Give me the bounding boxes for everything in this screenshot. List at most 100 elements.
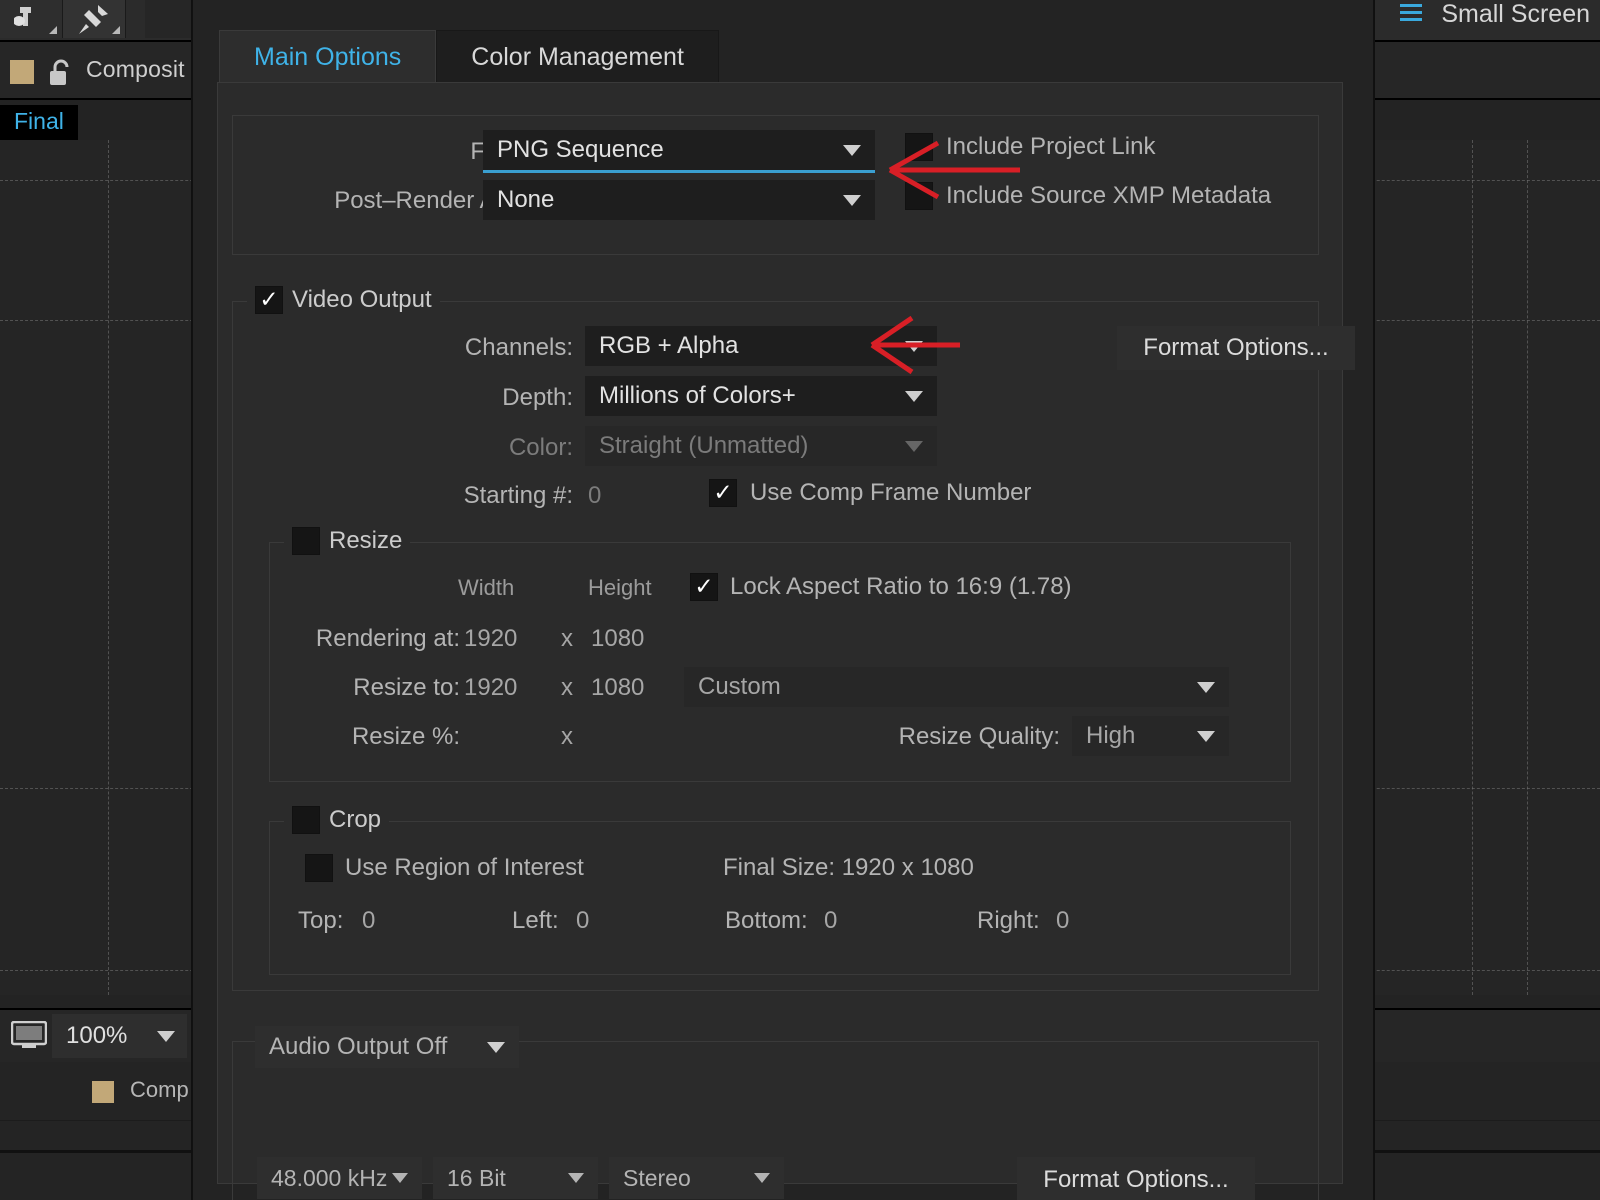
audio-format-options-button[interactable]: Format Options... [1017,1157,1255,1200]
tool-expand-corner [112,26,120,34]
color-value: Straight (Unmatted) [599,432,809,459]
crop-fieldset: Crop Use Region of Interest Final Size: … [269,806,1291,975]
video-output-legend-label: Video Output [292,286,432,313]
audio-sample-rate-value: 48.000 kHz [271,1164,388,1191]
composition-name: Composit [86,56,185,82]
use-comp-frame-number-label: Use Comp Frame Number [750,479,1032,506]
monitor-icon[interactable] [8,1018,50,1052]
chevron-down-icon [157,1031,175,1042]
resize-quality-label: Resize Quality: [898,723,1060,750]
check-icon: ✓ [713,478,733,505]
video-output-fieldset: ✓ Video Output Channels: RGB + Alpha For… [232,286,1355,991]
crop-top-value[interactable]: 0 [362,907,375,935]
color-label: Color: [508,434,573,461]
resize-percent-x-separator: x [561,723,573,750]
resize-preset-value: Custom [698,673,781,700]
resize-height-header: Height [588,575,652,600]
format-dropdown[interactable]: PNG Sequence [483,130,875,173]
crop-bottom-value[interactable]: 0 [824,907,837,935]
crop-bottom-label: Bottom: [725,907,808,934]
use-comp-frame-number-checkbox[interactable]: ✓ [709,479,737,507]
audio-output-value: Audio Output Off [269,1033,448,1060]
audio-format-options-label: Format Options... [1043,1166,1229,1193]
post-render-action-dropdown[interactable]: None [483,180,875,220]
resize-percent-label: Resize %: [351,723,460,750]
resize-to-width-value[interactable]: 1920 [464,674,517,702]
crop-right-label: Right: [977,907,1040,934]
project-item-name: Comp [130,1077,189,1102]
audio-channels-value: Stereo [623,1164,691,1191]
guide-vertical [1527,140,1528,995]
rendering-at-height-value: 1080 [591,625,645,652]
starting-number-label: Starting #: [463,482,573,509]
tab-main-options-label: Main Options [254,42,402,71]
tab-main-options[interactable]: Main Options [219,30,437,83]
tab-color-management[interactable]: Color Management [436,30,719,83]
rendering-at-x-separator: x [561,625,573,652]
chevron-down-icon [487,1042,505,1053]
video-output-checkbox[interactable]: ✓ [255,286,283,314]
resize-to-height-value[interactable]: 1080 [591,674,644,702]
crop-left-value[interactable]: 0 [576,907,589,935]
chevron-down-icon [392,1173,408,1183]
chevron-down-icon [843,195,861,206]
hamburger-menu-icon[interactable] [1400,4,1422,22]
chevron-down-icon [905,441,923,452]
include-project-link-checkbox[interactable] [905,133,933,161]
audio-channels-dropdown[interactable]: Stereo [609,1157,784,1199]
output-module-settings-dialog: Main Options Color Management Format: PN… [192,0,1374,1200]
crop-right-value[interactable]: 0 [1056,907,1069,935]
zoom-level-dropdown[interactable]: 100% [52,1014,187,1058]
include-source-xmp-metadata-checkbox[interactable] [905,182,933,210]
composition-color-swatch [10,60,34,84]
use-region-of-interest-checkbox[interactable] [305,854,333,882]
chevron-down-icon [754,1173,770,1183]
channels-label: Channels: [464,334,573,361]
lock-aspect-ratio-checkbox[interactable]: ✓ [690,573,718,601]
include-project-link-label: Include Project Link [946,133,1156,160]
crop-legend-label: Crop [329,806,382,833]
color-dropdown[interactable]: Straight (Unmatted) [585,426,937,466]
crop-top-label: Top: [298,907,344,934]
resize-width-header: Width [458,575,515,600]
chevron-down-icon [905,391,923,402]
resize-to-x-separator: x [561,674,573,701]
audio-bit-depth-dropdown[interactable]: 16 Bit [433,1157,598,1199]
resize-to-label: Resize to: [353,674,460,701]
check-icon: ✓ [259,285,279,312]
video-format-options-button[interactable]: Format Options... [1117,326,1355,370]
format-group: Format: PNG Sequence Post–Render Action:… [232,115,1319,255]
puppet-pin-icon[interactable] [63,0,126,38]
depth-value: Millions of Colors+ [599,382,796,409]
audio-bit-depth-value: 16 Bit [447,1164,506,1191]
audio-output-dropdown[interactable]: Audio Output Off [255,1026,519,1068]
resize-checkbox[interactable] [292,527,320,555]
video-output-legend: ✓ Video Output [247,286,440,314]
chevron-down-icon [568,1173,584,1183]
post-render-action-value: None [497,186,555,213]
channels-dropdown[interactable]: RGB + Alpha [585,326,937,366]
resize-legend: Resize [284,527,411,555]
tab-color-management-label: Color Management [471,42,684,71]
tool-expand-corner [49,26,57,34]
audio-sample-rate-dropdown[interactable]: 48.000 kHz [257,1157,422,1199]
unlock-icon[interactable] [48,58,74,93]
comp-marker-final[interactable]: Final [0,105,78,140]
final-size-label: Final Size: 1920 x 1080 [723,854,974,881]
depth-dropdown[interactable]: Millions of Colors+ [585,376,937,416]
chevron-down-icon [1197,731,1215,742]
rendering-at-width-value: 1920 [464,625,518,652]
resize-quality-dropdown[interactable]: High [1072,716,1229,756]
resize-preset-dropdown[interactable]: Custom [684,667,1229,707]
clone-stamp-icon[interactable] [0,0,63,38]
starting-number-value[interactable]: 0 [588,482,601,510]
crop-left-label: Left: [512,907,559,934]
audio-output-legend: Audio Output Off [255,1026,519,1068]
resize-quality-value: High [1086,722,1136,749]
channels-value: RGB + Alpha [599,332,739,359]
crop-checkbox[interactable] [292,806,320,834]
rendering-at-label: Rendering at: [315,625,460,652]
workspace-label: Small Screen [1441,0,1590,28]
guide-vertical [1472,140,1473,995]
project-item-color-swatch [92,1081,114,1103]
